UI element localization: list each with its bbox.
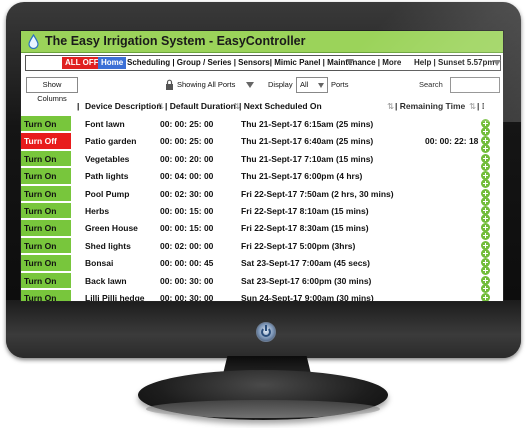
turn-on-button[interactable]: Turn On	[21, 150, 71, 168]
ports-label: Ports	[331, 80, 349, 89]
header-next-scheduled[interactable]: | Next Scheduled On	[239, 101, 322, 111]
turn-on-button[interactable]: Turn On	[21, 272, 71, 289]
default-duration: 00: 00: 25: 00	[160, 119, 214, 129]
table-row: Turn On Path lights 00: 04: 00: 00 Thu 21-S…	[21, 168, 503, 189]
device-table-body: Turn On Font lawn 00: 00: 25: 00 Thu 21-Sep…	[21, 116, 503, 302]
table-row: Turn On Shed lights 00: 02: 00: 00 Fri 22-S…	[21, 237, 503, 258]
app-title: The Easy Irrigation System - EasyControl…	[45, 34, 306, 48]
turn-on-button[interactable]: Turn On	[21, 220, 71, 237]
table-row: Turn On Bonsai 00: 00: 00: 45 Sat 23-Sept-1…	[21, 255, 503, 276]
search-label: Search	[419, 80, 443, 89]
water-drop-icon	[28, 34, 39, 49]
default-duration: 00: 00: 25: 00	[160, 136, 214, 147]
default-duration: 00: 00: 20: 00	[160, 153, 214, 164]
turn-on-button[interactable]: Turn On	[21, 255, 71, 272]
header-separator: |	[77, 101, 80, 111]
next-scheduled: Thu 21-Sept-17 7:10am (15 mins)	[241, 153, 374, 164]
next-scheduled: Thu 21-Sept-17 6:40am (25 mins)	[241, 136, 374, 147]
help-chevron-down-icon[interactable]	[493, 60, 501, 66]
sort-next-icon[interactable]: ⇅	[387, 101, 394, 112]
device-description: Shed lights	[85, 240, 131, 251]
table-row: Turn On Vegetables 00: 00: 20: 00 Thu 21-Se…	[21, 150, 503, 171]
next-scheduled: Sun 24-Sept-17 9:00am (30 mins)	[241, 292, 374, 302]
turn-off-button[interactable]: Turn Off	[21, 133, 71, 150]
table-row: Turn On Back lawn 00: 00: 30: 00 Sat 23-Sep…	[21, 272, 503, 293]
ports-chevron-down-icon[interactable]	[246, 82, 254, 88]
default-duration: 00: 00: 00: 45	[160, 258, 214, 269]
default-duration: 00: 00: 30: 00	[160, 275, 214, 286]
remaining-time: 00: 00: 22: 18	[425, 136, 479, 147]
display-label: Display	[268, 80, 293, 89]
sort-remaining-icon[interactable]: ⇅	[469, 101, 476, 112]
default-duration: 00: 00: 15: 00	[160, 223, 214, 234]
add-schedule-icon[interactable]	[481, 300, 490, 301]
next-scheduled: Fri 22-Sept-17 8:30am (15 mins)	[241, 223, 369, 234]
header-device[interactable]: Device Description	[85, 101, 162, 111]
device-description: Herbs	[85, 205, 110, 216]
device-description: Font lawn	[85, 119, 125, 129]
header-column-menu-icon[interactable]: | ⁞	[477, 101, 485, 111]
device-description: Bonsai	[85, 258, 114, 269]
default-duration: 00: 00: 15: 00	[160, 205, 214, 216]
default-duration: 00: 02: 00: 00	[160, 240, 214, 251]
lock-icon[interactable]	[165, 79, 174, 91]
device-description: Path lights	[85, 171, 129, 182]
device-description: Green House	[85, 223, 138, 234]
all-off-button[interactable]: ALL OFF	[62, 57, 102, 69]
default-duration: 00: 00: 30: 00	[160, 292, 214, 302]
next-scheduled: Fri 22-Sept-17 8:10am (15 mins)	[241, 205, 369, 216]
next-scheduled: Thu 21-Sept-17 6:15am (25 mins)	[241, 119, 374, 129]
monitor-base-rim	[146, 400, 380, 418]
header-duration[interactable]: | Default Duration	[165, 101, 236, 111]
next-scheduled: Fri 22-Sept-17 7:50am (2 hrs, 30 mins)	[241, 188, 394, 199]
turn-on-button[interactable]: Turn On	[21, 202, 71, 220]
display-chevron-down-icon[interactable]	[318, 83, 324, 88]
monitor-stage: The Easy Irrigation System - EasyControl…	[0, 0, 527, 428]
title-bar: The Easy Irrigation System - EasyControl…	[21, 31, 503, 53]
device-description: Patio garden	[85, 136, 137, 147]
turn-on-button[interactable]: Turn On	[21, 168, 71, 185]
turn-on-button[interactable]: Turn On	[21, 289, 71, 301]
table-row: Turn On Font lawn 00: 00: 25: 00 Thu 21-Sep…	[21, 116, 503, 136]
table-row: Turn On Lilli Pilli hedge 00: 00: 30: 00 Su…	[21, 289, 503, 302]
default-duration: 00: 04: 00: 00	[160, 171, 214, 182]
table-header: | Device Description ⇅ | Default Duratio…	[21, 99, 503, 115]
table-row: Turn On Pool Pump 00: 02: 30: 00 Fri 22-Sep…	[21, 185, 503, 206]
power-button-icon[interactable]	[256, 322, 276, 342]
table-row: Turn On Herbs 00: 00: 15: 00 Fri 22-Sept-17…	[21, 202, 503, 223]
main-nav: ALL OFF Home Scheduling | Group / Series…	[25, 55, 501, 71]
device-description: Lilli Pilli hedge	[85, 292, 145, 302]
nav-home[interactable]: Home	[98, 57, 127, 69]
app-screen: The Easy Irrigation System - EasyControl…	[20, 30, 504, 302]
device-description: Back lawn	[85, 275, 127, 286]
turn-on-button[interactable]: Turn On	[21, 116, 71, 133]
next-scheduled: Sat 23-Sept-17 7:00am (45 secs)	[241, 258, 370, 269]
next-scheduled: Thu 21-Sept-17 6:00pm (4 hrs)	[241, 171, 363, 182]
ports-filter-select[interactable]: Showing All Ports	[177, 79, 257, 91]
more-chevron-down-icon[interactable]	[346, 59, 354, 65]
turn-on-button[interactable]: Turn On	[21, 237, 71, 255]
help-sunset-info[interactable]: Help | Sunset 5.57pm	[414, 57, 494, 69]
table-controls: Show Columns Showing All Ports Display A…	[21, 75, 503, 103]
table-row: Turn On Green House 00: 00: 15: 00 Fri 22-S…	[21, 220, 503, 241]
table-row: Turn Off Patio garden 00: 00: 25: 00 Thu 21…	[21, 133, 503, 154]
search-input[interactable]	[450, 77, 500, 93]
next-scheduled: Fri 22-Sept-17 5:00pm (3hrs)	[241, 240, 356, 251]
default-duration: 00: 02: 30: 00	[160, 188, 214, 199]
show-columns-button[interactable]: Show Columns	[26, 77, 78, 103]
header-remaining-time[interactable]: | Remaining Time	[395, 101, 465, 111]
device-description: Pool Pump	[85, 188, 130, 199]
nav-links[interactable]: Scheduling | Group / Series | Sensors| M…	[127, 57, 401, 69]
device-description: Vegetables	[85, 153, 130, 164]
turn-on-button[interactable]: Turn On	[21, 185, 71, 202]
next-scheduled: Sat 23-Sept-17 6:00pm (30 mins)	[241, 275, 372, 286]
sort-device-icon[interactable]: ⇅	[157, 101, 164, 112]
